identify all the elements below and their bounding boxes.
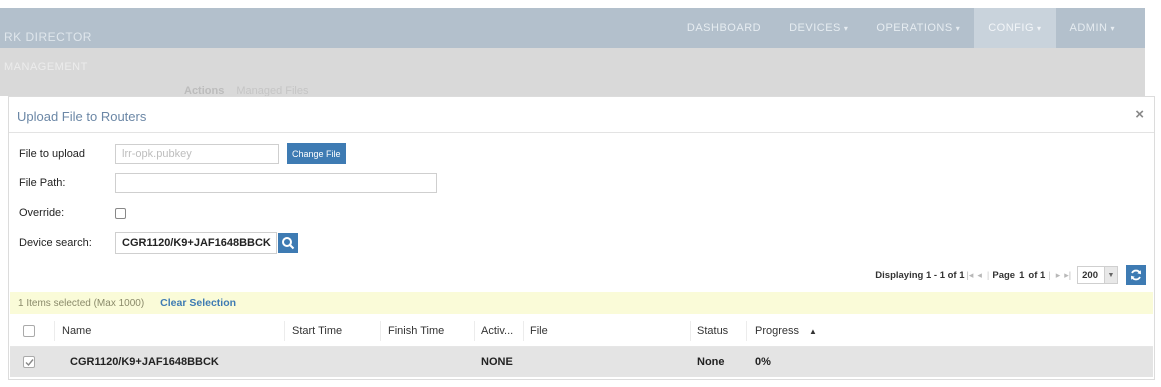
page-size-value: 200 — [1082, 269, 1098, 281]
override-checkbox[interactable] — [115, 207, 126, 219]
file-path-row: File Path: — [19, 173, 437, 193]
chevron-down-icon: ▾ — [955, 24, 961, 33]
dialog-header: Upload File to Routers × — [9, 97, 1154, 133]
nav-admin[interactable]: ADMIN ▾ — [1056, 8, 1129, 48]
pagination-toolbar: Displaying 1 - 1 of 1 |◂ ◂ | Page 1 of 1… — [875, 265, 1146, 285]
next-page-icon[interactable]: ▸ — [1056, 270, 1061, 281]
table-row[interactable]: CGR1120/K9+JAF1648BBCK NONE None 0% — [10, 347, 1153, 377]
col-header-progress[interactable]: Progress ▲ — [755, 316, 817, 346]
col-header-status[interactable]: Status — [697, 316, 728, 346]
refresh-icon — [1131, 269, 1141, 281]
chevron-down-icon: ▾ — [1110, 24, 1115, 33]
first-page-icon[interactable]: |◂ — [967, 270, 974, 281]
check-icon — [25, 358, 34, 366]
grid-header: Name Start Time Finish Time Activ... Fil… — [10, 316, 1153, 347]
file-upload-field[interactable] — [115, 143, 279, 164]
nav-dashboard[interactable]: DASHBOARD — [673, 8, 775, 48]
col-header-activity[interactable]: Activ... — [481, 316, 513, 346]
close-icon[interactable]: × — [1135, 106, 1144, 123]
row-select-cell — [23, 347, 35, 377]
selection-count: 1 Items selected (Max 1000) — [18, 297, 145, 309]
col-header-name[interactable]: Name — [62, 316, 91, 346]
chevron-down-icon: ▾ — [843, 24, 849, 33]
chevron-down-icon: ▾ — [1037, 24, 1042, 33]
select-all-cell — [23, 316, 35, 346]
col-header-finish-time[interactable]: Finish Time — [388, 316, 444, 346]
pager-page-number[interactable]: 1 — [1019, 270, 1024, 281]
nav-operations[interactable]: OPERATIONS ▾ — [862, 8, 974, 48]
col-header-start-time[interactable]: Start Time — [292, 316, 342, 346]
row-name: CGR1120/K9+JAF1648BBCK — [70, 356, 219, 368]
app-title: RK DIRECTOR — [4, 30, 92, 44]
chevron-down-icon: ▼ — [1104, 267, 1117, 283]
search-button[interactable] — [278, 233, 298, 253]
clear-selection-link[interactable]: Clear Selection — [160, 297, 236, 309]
prev-page-icon[interactable]: ◂ — [977, 270, 982, 281]
main-nav: DASHBOARD DEVICES ▾ OPERATIONS ▾ CONFIG ▾ A… — [673, 8, 1129, 48]
app-navbar: RK DIRECTOR DASHBOARD DEVICES ▾ OPERATION… — [0, 8, 1145, 48]
selection-bar: 1 Items selected (Max 1000) Clear Select… — [10, 292, 1153, 314]
file-path-label: File Path: — [19, 177, 66, 189]
row-activity: NONE — [481, 356, 513, 368]
pager-of-label: of 1 — [1028, 269, 1046, 281]
file-upload-label: File to upload — [19, 147, 86, 160]
refresh-button[interactable] — [1126, 265, 1146, 285]
sort-ascending-icon: ▲ — [809, 326, 817, 336]
nav-config[interactable]: CONFIG ▾ — [974, 8, 1056, 48]
upload-file-dialog: Upload File to Routers × File to upload … — [8, 96, 1155, 380]
row-progress: 0% — [755, 356, 771, 368]
col-header-file[interactable]: File — [530, 316, 548, 346]
pager-displaying: Displaying 1 - 1 of 1 — [875, 269, 965, 281]
app-subheader: MANAGEMENT Actions Managed Files — [0, 48, 1145, 97]
override-row: Override: — [19, 207, 126, 219]
device-search-input[interactable]: CGR1120/K9+JAF1648BBCK — [115, 232, 277, 254]
dialog-title: Upload File to Routers — [17, 109, 147, 124]
pager-page-label: Page — [992, 269, 1016, 281]
search-icon — [282, 237, 295, 250]
row-checkbox[interactable] — [23, 356, 35, 368]
section-title: MANAGEMENT — [4, 61, 88, 73]
row-status: None — [697, 356, 725, 368]
nav-devices[interactable]: DEVICES ▾ — [775, 8, 862, 48]
device-search-row: Device search: CGR1120/K9+JAF1648BBCK — [19, 232, 298, 254]
last-page-icon[interactable]: ▸| — [1064, 270, 1071, 281]
device-search-label: Device search: — [19, 237, 92, 249]
select-all-checkbox[interactable] — [23, 325, 35, 337]
file-path-input[interactable] — [115, 173, 437, 193]
page-size-select[interactable]: 200 ▼ — [1077, 266, 1118, 284]
col-header-progress-label: Progress — [755, 325, 800, 337]
change-file-button[interactable]: Change File — [287, 143, 346, 164]
override-label: Override: — [19, 207, 65, 219]
file-upload-row: File to upload Change File — [19, 143, 346, 164]
